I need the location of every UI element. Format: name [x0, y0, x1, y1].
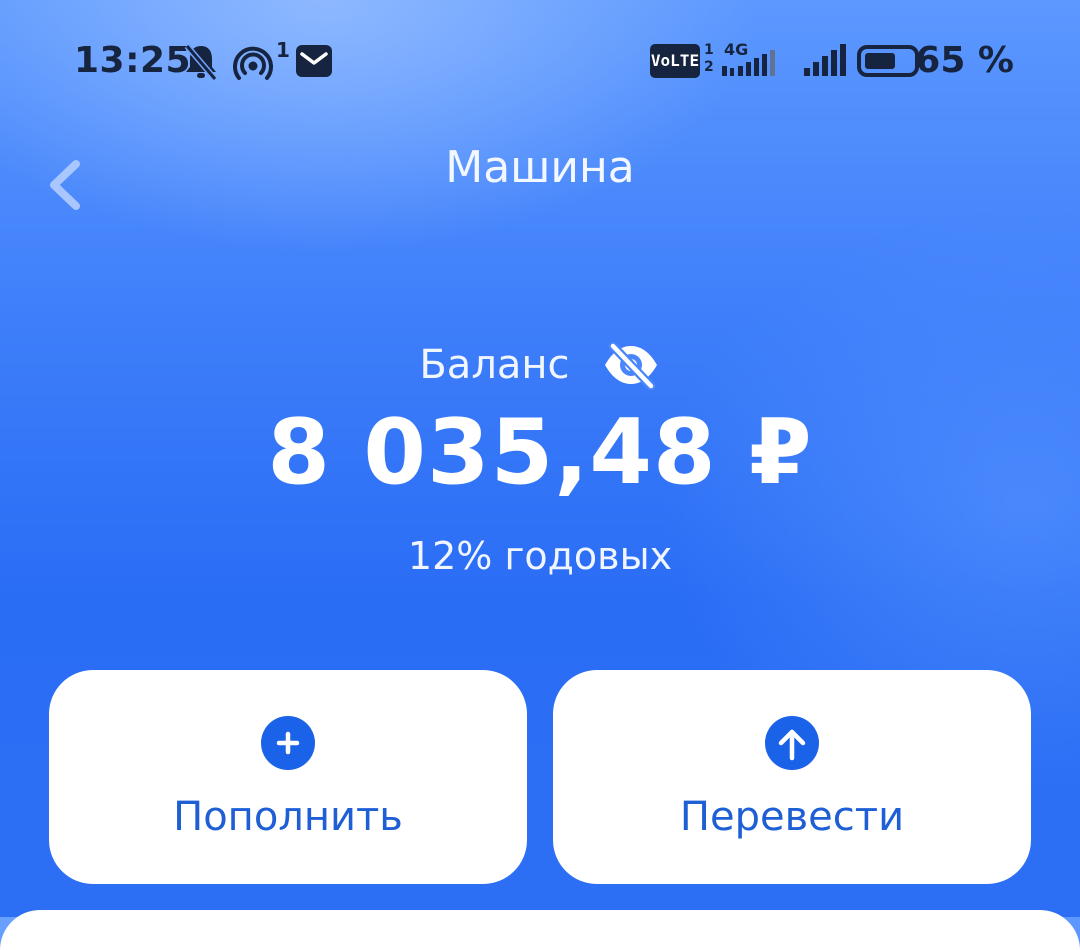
balance-header: Баланс	[0, 340, 1080, 396]
signal-icon-2	[804, 44, 846, 76]
signal-icon	[722, 50, 775, 76]
mail-icon	[296, 45, 332, 77]
bottom-sheet	[0, 910, 1080, 950]
transfer-button[interactable]: Перевести	[553, 670, 1031, 884]
balance-amount: 8 035,48 ₽	[267, 400, 813, 505]
volte-badge: VoLTE	[650, 44, 700, 78]
hotspot-icon	[233, 46, 273, 80]
top-up-label: Пополнить	[173, 794, 403, 840]
plus-circle-icon	[261, 716, 315, 770]
battery-percent: 65 %	[915, 40, 1014, 81]
sim-1-label: 1	[704, 42, 714, 58]
sim-2-label: 2	[704, 59, 714, 75]
transfer-label: Перевести	[679, 794, 905, 840]
sim-indicator: 1 2	[704, 42, 714, 76]
status-bar: 13:25 1 VoLTE 1 2 4G 65 %	[0, 0, 1080, 130]
notification-count: 1	[276, 38, 290, 62]
status-time: 13:25	[74, 40, 192, 81]
interest-rate: 12% годовых	[407, 534, 673, 578]
page-title: Машина	[445, 142, 635, 193]
bell-off-icon	[184, 44, 218, 81]
balance-label: Баланс	[419, 342, 570, 388]
balance-visibility-toggle[interactable]	[601, 340, 661, 391]
arrow-up-circle-icon	[765, 716, 819, 770]
eye-off-icon	[604, 341, 657, 391]
top-up-button[interactable]: Пополнить	[49, 670, 527, 884]
